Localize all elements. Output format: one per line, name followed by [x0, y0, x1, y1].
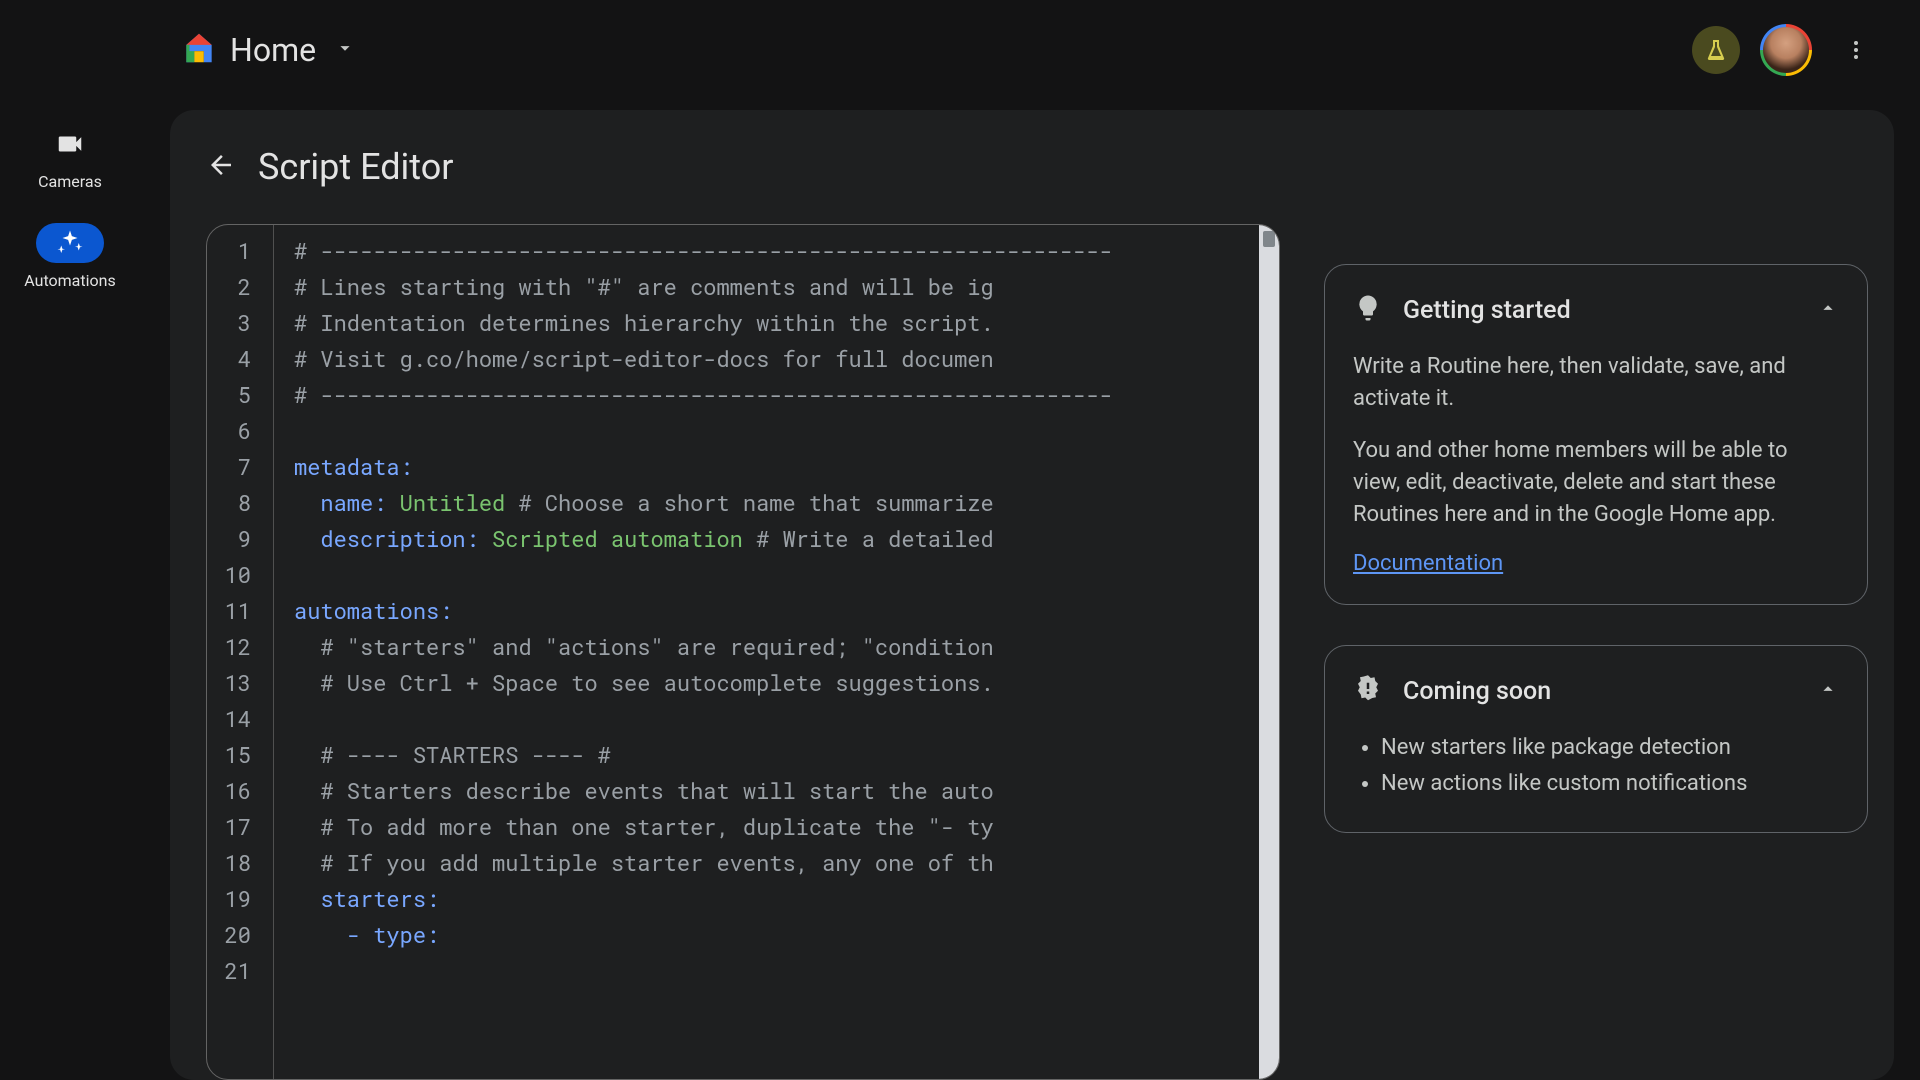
page-header: Script Editor — [206, 146, 1280, 188]
card-title: Coming soon — [1403, 677, 1797, 706]
code-line[interactable]: # Starters describe events that will sta… — [294, 773, 1279, 809]
line-gutter: 123456789101112131415161718192021 — [207, 225, 273, 1079]
line-number: 1 — [207, 233, 273, 269]
line-number: 4 — [207, 341, 273, 377]
coming-soon-list: New starters like package detection New a… — [1353, 732, 1839, 800]
line-number: 3 — [207, 305, 273, 341]
code-line[interactable]: # Use Ctrl + Space to see autocomplete s… — [294, 665, 1279, 701]
line-number: 6 — [207, 413, 273, 449]
code-line[interactable] — [294, 701, 1279, 737]
nav-item-cameras[interactable]: Cameras — [36, 124, 104, 191]
code-line[interactable]: # "starters" and "actions" are required;… — [294, 629, 1279, 665]
line-number: 19 — [207, 881, 273, 917]
list-item: New actions like custom notifications — [1381, 768, 1839, 800]
line-number: 5 — [207, 377, 273, 413]
avatar-image — [1763, 27, 1809, 73]
code-line[interactable]: # If you add multiple starter events, an… — [294, 845, 1279, 881]
code-area[interactable]: # --------------------------------------… — [273, 225, 1279, 1079]
code-line[interactable]: # ---- STARTERS ---- # — [294, 737, 1279, 773]
app-label: Home — [230, 31, 316, 69]
line-number: 14 — [207, 701, 273, 737]
line-number: 20 — [207, 917, 273, 953]
code-line[interactable]: # Indentation determines hierarchy withi… — [294, 305, 1279, 341]
nav-item-automations[interactable]: Automations — [24, 223, 115, 290]
chevron-down-icon — [334, 37, 356, 63]
more-menu-button[interactable] — [1832, 26, 1880, 74]
google-home-icon — [180, 29, 218, 71]
new-releases-icon — [1353, 674, 1383, 708]
camera-icon — [36, 124, 104, 164]
line-number: 11 — [207, 593, 273, 629]
line-number: 18 — [207, 845, 273, 881]
main-panel: Script Editor 12345678910111213141516171… — [170, 110, 1894, 1080]
left-nav: Cameras Automations — [0, 100, 140, 290]
sparkle-icon — [36, 223, 104, 263]
line-number: 16 — [207, 773, 273, 809]
lightbulb-icon — [1353, 293, 1383, 327]
code-line[interactable]: # --------------------------------------… — [294, 233, 1279, 269]
list-item: New starters like package detection — [1381, 732, 1839, 764]
code-line[interactable]: name: Untitled # Choose a short name tha… — [294, 485, 1279, 521]
editor-scrollbar[interactable] — [1259, 225, 1279, 1079]
code-editor[interactable]: 123456789101112131415161718192021 # ----… — [206, 224, 1280, 1080]
line-number: 12 — [207, 629, 273, 665]
nav-item-label: Cameras — [38, 172, 102, 191]
page-title: Script Editor — [258, 146, 453, 188]
top-bar: Home — [0, 0, 1920, 100]
code-line[interactable]: description: Scripted automation # Write… — [294, 521, 1279, 557]
account-avatar[interactable] — [1760, 24, 1812, 76]
code-line[interactable]: # To add more than one starter, duplicat… — [294, 809, 1279, 845]
line-number: 7 — [207, 449, 273, 485]
line-number: 21 — [207, 953, 273, 989]
code-line[interactable]: metadata: — [294, 449, 1279, 485]
card-text: You and other home members will be able … — [1353, 435, 1839, 531]
code-line[interactable]: starters: — [294, 881, 1279, 917]
line-number: 15 — [207, 737, 273, 773]
line-number: 9 — [207, 521, 273, 557]
code-line[interactable]: # Visit g.co/home/script-editor-docs for… — [294, 341, 1279, 377]
collapse-button[interactable] — [1817, 297, 1839, 323]
line-number: 10 — [207, 557, 273, 593]
code-line[interactable] — [294, 953, 1279, 989]
collapse-button[interactable] — [1817, 678, 1839, 704]
code-line[interactable]: # Lines starting with "#" are comments a… — [294, 269, 1279, 305]
code-line[interactable] — [294, 413, 1279, 449]
documentation-link[interactable]: Documentation — [1353, 551, 1503, 576]
code-line[interactable]: automations: — [294, 593, 1279, 629]
back-button[interactable] — [206, 150, 236, 184]
getting-started-card: Getting started Write a Routine here, th… — [1324, 264, 1868, 605]
code-line[interactable] — [294, 557, 1279, 593]
nav-item-label: Automations — [24, 271, 115, 290]
coming-soon-card: Coming soon New starters like package de… — [1324, 645, 1868, 833]
line-number: 17 — [207, 809, 273, 845]
labs-button[interactable] — [1692, 26, 1740, 74]
line-number: 8 — [207, 485, 273, 521]
card-title: Getting started — [1403, 296, 1797, 325]
home-dropdown[interactable]: Home — [180, 29, 356, 71]
code-line[interactable]: - type: — [294, 917, 1279, 953]
line-number: 2 — [207, 269, 273, 305]
code-line[interactable]: # --------------------------------------… — [294, 377, 1279, 413]
line-number: 13 — [207, 665, 273, 701]
card-text: Write a Routine here, then validate, sav… — [1353, 351, 1839, 415]
